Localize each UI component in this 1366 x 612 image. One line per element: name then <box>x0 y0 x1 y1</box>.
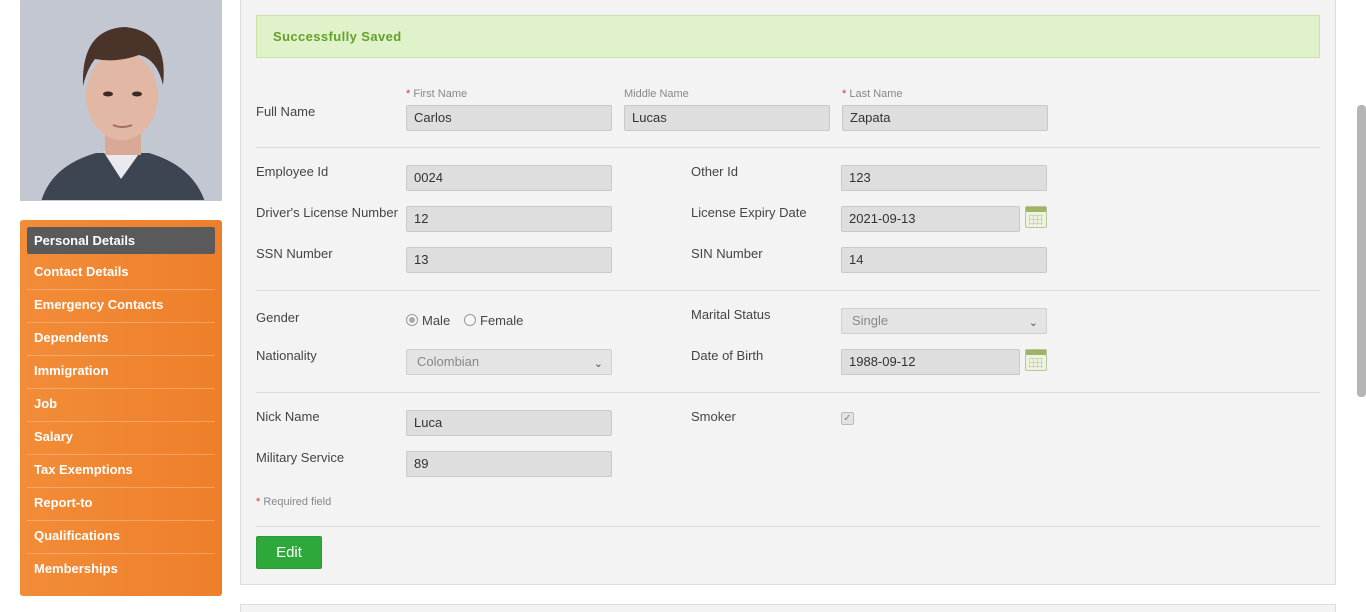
sidebar-item-salary[interactable]: Salary <box>27 422 215 455</box>
chevron-down-icon: ⌄ <box>593 358 603 370</box>
personal-details-panel: Successfully Saved Full Name * First Nam… <box>240 0 1336 585</box>
sin-label: SIN Number <box>691 246 763 261</box>
gender-female-label: Female <box>480 313 524 328</box>
other-id-label: Other Id <box>691 164 738 179</box>
page-scrollbar-thumb[interactable] <box>1357 105 1366 397</box>
sidebar-item-qualifications[interactable]: Qualifications <box>27 521 215 554</box>
sidebar-item-emergency-contacts[interactable]: Emergency Contacts <box>27 290 215 323</box>
sidebar-item-immigration[interactable]: Immigration <box>27 356 215 389</box>
ssn-input[interactable]: 13 <box>406 247 612 273</box>
required-star: * <box>256 496 261 508</box>
section-divider <box>256 392 1320 393</box>
sidebar-item-job[interactable]: Job <box>27 389 215 422</box>
nationality-select[interactable]: Colombian ⌄ <box>406 349 612 375</box>
smoker-checkbox[interactable]: ✓ <box>841 412 854 425</box>
gender-male-label: Male <box>422 313 451 328</box>
section-divider <box>256 147 1320 148</box>
last-name-sublabel: * Last Name <box>842 88 903 100</box>
middle-name-input[interactable]: Lucas <box>624 105 830 131</box>
military-service-input[interactable]: 89 <box>406 451 612 477</box>
nick-name-input[interactable]: Luca <box>406 410 612 436</box>
person-portrait <box>21 1 221 200</box>
marital-status-select[interactable]: Single ⌄ <box>841 308 1047 334</box>
sidebar-item-report-to[interactable]: Report-to <box>27 488 215 521</box>
gender-male-radio[interactable] <box>406 314 418 326</box>
sidebar-item-tax-exemptions[interactable]: Tax Exemptions <box>27 455 215 488</box>
required-star: * <box>842 88 847 100</box>
military-service-label: Military Service <box>256 450 345 465</box>
first-name-input[interactable]: Carlos <box>406 105 612 131</box>
first-name-sublabel: * First Name <box>406 88 468 100</box>
sidebar-item-personal-details[interactable]: Personal Details <box>27 227 215 254</box>
other-id-input[interactable]: 123 <box>841 165 1047 191</box>
middle-name-sublabel: Middle Name <box>624 88 689 100</box>
dob-input[interactable]: 1988-09-12 <box>841 349 1020 375</box>
edit-button[interactable]: Edit <box>256 536 322 569</box>
license-expiry-input[interactable]: 2021-09-13 <box>841 206 1020 232</box>
required-star: * <box>406 88 411 100</box>
drivers-license-input[interactable]: 12 <box>406 206 612 232</box>
required-field-note: * Required field <box>256 496 332 508</box>
nationality-label: Nationality <box>256 348 317 363</box>
drivers-license-label: Driver's License Number <box>256 205 398 220</box>
marital-status-label: Marital Status <box>691 307 771 322</box>
last-name-input[interactable]: Zapata <box>842 105 1048 131</box>
gender-female-radio[interactable] <box>464 314 476 326</box>
sidebar-item-memberships[interactable]: Memberships <box>27 554 215 587</box>
license-expiry-label: License Expiry Date <box>691 205 807 220</box>
next-panel <box>240 604 1336 612</box>
success-alert: Successfully Saved <box>256 15 1320 58</box>
ssn-label: SSN Number <box>256 246 333 261</box>
full-name-label: Full Name <box>256 104 316 119</box>
employee-id-label: Employee Id <box>256 164 329 179</box>
smoker-label: Smoker <box>691 409 736 424</box>
nick-name-label: Nick Name <box>256 409 320 424</box>
sidebar-item-contact-details[interactable]: Contact Details <box>27 257 215 290</box>
employee-photo[interactable] <box>20 0 222 201</box>
section-divider <box>256 526 1320 527</box>
calendar-icon[interactable] <box>1025 206 1047 228</box>
section-divider <box>256 290 1320 291</box>
profile-sidebar-nav: Personal Details Contact Details Emergen… <box>20 220 222 596</box>
calendar-icon[interactable] <box>1025 349 1047 371</box>
sin-input[interactable]: 14 <box>841 247 1047 273</box>
sidebar-item-dependents[interactable]: Dependents <box>27 323 215 356</box>
dob-label: Date of Birth <box>691 348 764 363</box>
employee-id-input[interactable]: 0024 <box>406 165 612 191</box>
gender-label: Gender <box>256 310 300 325</box>
chevron-down-icon: ⌄ <box>1028 317 1038 329</box>
